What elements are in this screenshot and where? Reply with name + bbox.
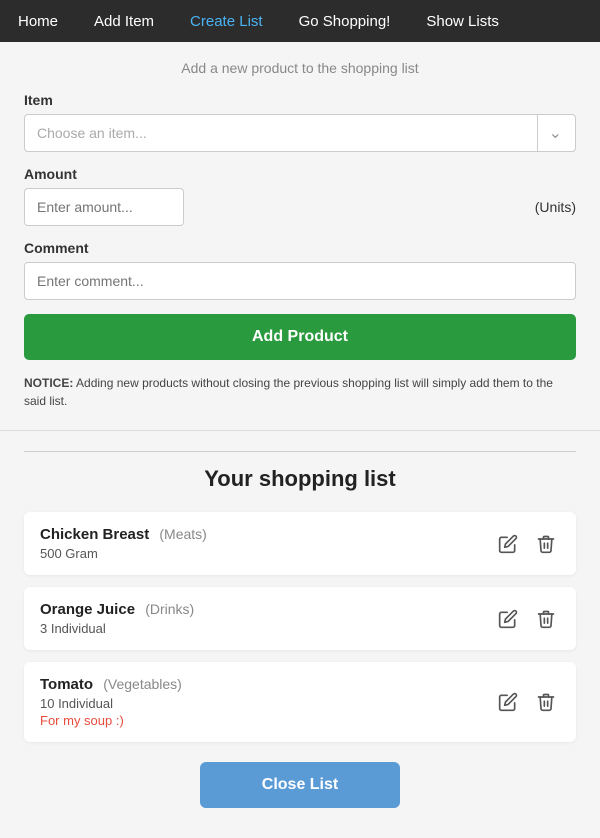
trash-icon	[536, 692, 556, 712]
item-select[interactable]: Choose an item...	[24, 114, 576, 152]
list-item-category: (Meats)	[159, 526, 206, 542]
comment-input[interactable]	[24, 262, 576, 300]
list-item: Tomato (Vegetables) 10 Individual For my…	[24, 662, 576, 742]
list-item-info: Chicken Breast (Meats) 500 Gram	[40, 526, 494, 561]
edit-icon	[498, 609, 518, 629]
nav-home[interactable]: Home	[0, 0, 76, 42]
list-item-actions	[494, 688, 560, 716]
notice-label: NOTICE:	[24, 376, 73, 390]
item-label: Item	[24, 92, 576, 108]
shopping-list-title: Your shopping list	[24, 466, 576, 492]
close-list-button[interactable]: Close List	[200, 762, 400, 808]
add-product-button[interactable]: Add Product	[24, 314, 576, 360]
list-item-actions	[494, 530, 560, 558]
list-item-actions	[494, 605, 560, 633]
amount-label: Amount	[24, 166, 576, 182]
list-item-name: Tomato (Vegetables)	[40, 676, 494, 693]
delete-button[interactable]	[532, 530, 560, 558]
edit-button[interactable]	[494, 688, 522, 716]
dropdown-divider	[537, 114, 538, 152]
amount-group: Amount (Units)	[24, 166, 576, 226]
list-item-info: Orange Juice (Drinks) 3 Individual	[40, 601, 494, 636]
nav-add-item[interactable]: Add Item	[76, 0, 172, 42]
list-item-category: (Vegetables)	[103, 676, 182, 692]
list-item-amount: 3 Individual	[40, 621, 494, 636]
list-item: Chicken Breast (Meats) 500 Gram	[24, 512, 576, 575]
trash-icon	[536, 609, 556, 629]
list-item-amount: 500 Gram	[40, 546, 494, 561]
list-item-name: Orange Juice (Drinks)	[40, 601, 494, 618]
units-label: (Units)	[535, 199, 576, 215]
list-item-category: (Drinks)	[145, 601, 194, 617]
edit-icon	[498, 692, 518, 712]
item-dropdown-wrapper: Choose an item... ⌄	[24, 114, 576, 152]
edit-button[interactable]	[494, 530, 522, 558]
amount-row: (Units)	[24, 188, 576, 226]
navigation: Home Add Item Create List Go Shopping! S…	[0, 0, 600, 42]
nav-create-list[interactable]: Create List	[172, 0, 281, 42]
amount-input[interactable]	[24, 188, 184, 226]
list-item: Orange Juice (Drinks) 3 Individual	[24, 587, 576, 650]
delete-button[interactable]	[532, 605, 560, 633]
add-product-form: Add a new product to the shopping list I…	[0, 42, 600, 431]
notice-text: NOTICE: Adding new products without clos…	[24, 374, 576, 410]
comment-group: Comment	[24, 240, 576, 300]
form-subtitle: Add a new product to the shopping list	[24, 60, 576, 76]
list-item-amount: 10 Individual	[40, 696, 494, 711]
trash-icon	[536, 534, 556, 554]
nav-show-lists[interactable]: Show Lists	[408, 0, 517, 42]
delete-button[interactable]	[532, 688, 560, 716]
section-divider	[24, 451, 576, 452]
item-group: Item Choose an item... ⌄	[24, 92, 576, 152]
edit-icon	[498, 534, 518, 554]
nav-go-shopping[interactable]: Go Shopping!	[281, 0, 409, 42]
edit-button[interactable]	[494, 605, 522, 633]
comment-label: Comment	[24, 240, 576, 256]
list-item-name: Chicken Breast (Meats)	[40, 526, 494, 543]
list-item-comment: For my soup :)	[40, 713, 494, 728]
notice-body: Adding new products without closing the …	[24, 376, 553, 408]
shopping-list-section: Your shopping list Chicken Breast (Meats…	[0, 431, 600, 838]
list-item-info: Tomato (Vegetables) 10 Individual For my…	[40, 676, 494, 728]
